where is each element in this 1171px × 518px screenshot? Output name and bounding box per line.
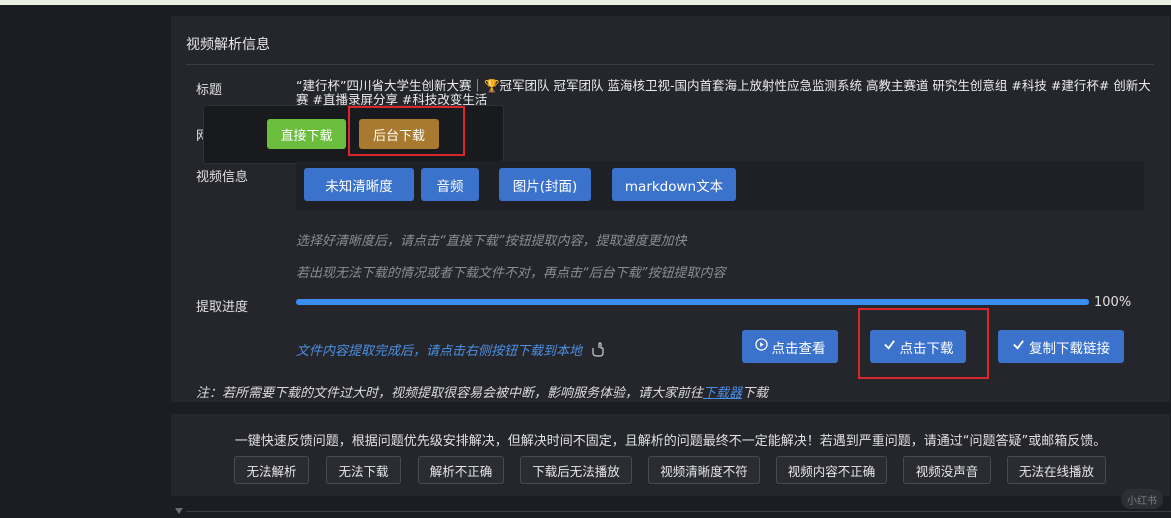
downloader-link[interactable]: 下载器 — [703, 386, 742, 401]
audio-option-button[interactable]: 音频 — [421, 168, 479, 201]
section-title: 视频解析信息 — [186, 37, 270, 53]
hint-line-1: 选择好清晰度后，请点击“直接下载”按钮提取内容，提取速度更加快 — [296, 234, 687, 249]
feedback-button-cannot-download[interactable]: 无法下载 — [326, 456, 401, 484]
feedback-text: 一键快速反馈问题，根据问题优先级安排解决，但解决时间不固定，且解析的问题最终不一… — [234, 434, 1107, 449]
copy-link-button-label: 复制下载链接 — [1029, 340, 1110, 357]
play-circle-icon — [754, 338, 768, 355]
watermark: 小红书 — [1121, 489, 1163, 509]
notice-suffix: 下载 — [742, 386, 769, 401]
feedback-button-cannot-play[interactable]: 下载后无法播放 — [520, 456, 632, 484]
copy-link-button[interactable]: 复制下载链接 — [998, 330, 1124, 363]
feedback-button-no-sound[interactable]: 视频没声音 — [903, 456, 991, 484]
feedback-button-cannot-play-online[interactable]: 无法在线播放 — [1007, 456, 1106, 484]
hint-line-2: 若出现无法下载的情况或者下载文件不对，再点击“后台下载”按钮提取内容 — [296, 266, 726, 281]
title-value: “建行杯”四川省大学生创新大赛｜🏆冠军团队 冠军团队 蓝海核卫视-国内首套海上放… — [296, 78, 1151, 107]
progress-label: 提取进度 — [196, 300, 249, 315]
collapse-triangle-icon[interactable] — [175, 508, 183, 514]
feedback-button-content-incorrect[interactable]: 视频内容不正确 — [776, 456, 887, 484]
complete-note: 文件内容提取完成后，请点击右侧按钮下载到本地 — [296, 340, 606, 361]
complete-note-text: 文件内容提取完成后，请点击右侧按钮下载到本地 — [296, 344, 583, 359]
view-button[interactable]: 点击查看 — [742, 330, 838, 363]
quality-option-button[interactable]: 未知清晰度 — [304, 168, 414, 201]
direct-download-button[interactable]: 直接下载 — [267, 119, 346, 149]
progress-bar — [296, 299, 1089, 305]
bottom-divider — [186, 511, 1171, 512]
notice: 注：若所需要下载的文件过大时，视频提取很容易会被中断，影响服务体验，请大家前往下… — [196, 382, 768, 401]
section-divider — [186, 64, 1154, 65]
highlight-box-background-download — [348, 106, 465, 156]
feedback-button-parse-incorrect[interactable]: 解析不正确 — [418, 456, 504, 484]
title-label: 标题 — [196, 83, 223, 98]
pointing-hand-icon — [590, 341, 606, 361]
view-button-label: 点击查看 — [771, 340, 826, 357]
progress-percent: 100% — [1094, 295, 1132, 310]
feedback-button-quality-mismatch[interactable]: 视频清晰度不符 — [648, 456, 760, 484]
highlight-box-download — [858, 308, 989, 379]
top-strip — [0, 0, 1171, 5]
feedback-button-cannot-parse[interactable]: 无法解析 — [234, 456, 309, 484]
video-info-label: 视频信息 — [196, 170, 249, 185]
cover-image-option-button[interactable]: 图片(封面) — [499, 168, 591, 201]
check-icon — [1012, 338, 1025, 355]
markdown-option-button[interactable]: markdown文本 — [612, 168, 736, 201]
progress-fill — [296, 299, 1089, 305]
notice-text: 注：若所需要下载的文件过大时，视频提取很容易会被中断，影响服务体验，请大家前往 — [196, 386, 704, 401]
